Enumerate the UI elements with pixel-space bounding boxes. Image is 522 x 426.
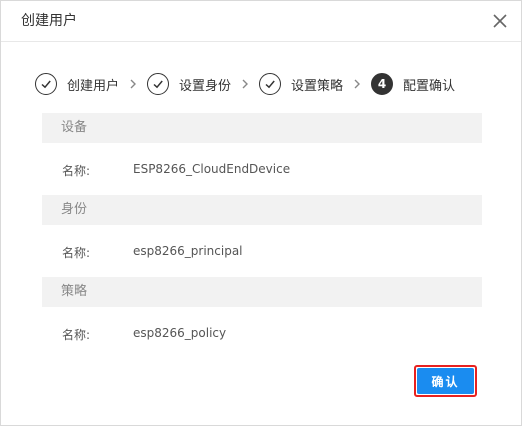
policy-name-value: esp8266_policy <box>133 326 227 340</box>
section-header: 设备 <box>42 113 482 143</box>
step-number: 4 <box>371 73 394 95</box>
confirm-button[interactable]: 确认 <box>417 368 474 394</box>
step-label: 创建用户 <box>67 78 120 94</box>
name-label: 名称: <box>62 164 91 178</box>
section-header: 身份 <box>42 195 482 225</box>
create-user-dialog: 创建用户 创建用户 设置身份 设置策略 4 配置确认 设备 名称: ESP826… <box>0 0 522 426</box>
chevron-right-icon <box>231 79 259 89</box>
step-confirm-config: 4 配置确认 <box>371 73 455 95</box>
step-label: 配置确认 <box>403 78 456 94</box>
confirm-button-highlight: 确认 <box>414 365 477 397</box>
dialog-header: 创建用户 <box>1 1 521 42</box>
step-set-policy: 设置策略 <box>259 73 343 95</box>
device-section: 设备 名称: ESP8266_CloudEndDevice <box>42 113 482 195</box>
section-row: 名称: esp8266_policy <box>42 307 482 359</box>
check-circle-icon <box>35 73 57 95</box>
chevron-right-icon <box>119 79 147 89</box>
name-label: 名称: <box>62 246 91 260</box>
step-label: 设置策略 <box>291 78 344 94</box>
identity-section: 身份 名称: esp8266_principal <box>42 195 482 277</box>
device-name-value: ESP8266_CloudEndDevice <box>133 162 291 176</box>
section-row: 名称: ESP8266_CloudEndDevice <box>42 143 482 195</box>
chevron-right-icon <box>343 79 371 89</box>
check-circle-icon <box>259 73 282 95</box>
step-label: 设置身份 <box>179 78 232 94</box>
section-header: 策略 <box>42 277 482 307</box>
identity-name-value: esp8266_principal <box>133 244 243 258</box>
check-circle-icon <box>147 73 170 95</box>
section-row: 名称: esp8266_principal <box>42 225 482 277</box>
policy-section: 策略 名称: esp8266_policy <box>42 277 482 359</box>
name-label: 名称: <box>62 328 91 342</box>
close-icon[interactable] <box>491 12 509 30</box>
step-set-identity: 设置身份 <box>147 73 231 95</box>
step-create-user: 创建用户 <box>35 73 119 95</box>
wizard-steps: 创建用户 设置身份 设置策略 4 配置确认 <box>35 71 455 97</box>
dialog-title: 创建用户 <box>21 13 77 29</box>
